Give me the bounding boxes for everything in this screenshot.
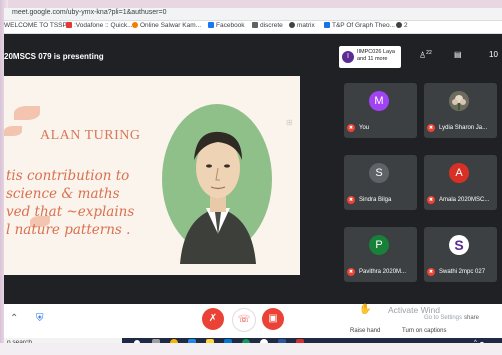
- participant-name: Sindra Bilga: [359, 197, 392, 203]
- quote-line: science & maths: [6, 186, 120, 202]
- bookmark-item[interactable]: matrix: [289, 22, 315, 29]
- presenter-chip-label: IIMPC026 Laya and 11 more: [357, 49, 395, 62]
- bookmark-item[interactable]: :Vodafone :: Quick...: [66, 22, 133, 29]
- mic-off-icon: ✖: [427, 196, 435, 204]
- bookmark-item[interactable]: WELCOME TO TSSP...: [4, 22, 71, 29]
- raise-hand-icon[interactable]: ✋: [359, 304, 371, 315]
- facebook-icon: [208, 22, 214, 28]
- leaf-decoration: [4, 126, 22, 136]
- avatar: M: [369, 91, 389, 111]
- store-icon: [132, 22, 138, 28]
- camera-off-icon: ▣: [268, 313, 278, 324]
- phone-hangup-icon: ☏: [237, 314, 251, 325]
- mic-off-icon: ✖: [347, 268, 355, 276]
- avatar: [449, 91, 469, 111]
- bookmark-item[interactable]: Facebook: [208, 22, 245, 29]
- participant-name: Pavithra 2020M...: [359, 269, 407, 275]
- mic-off-icon: ✖: [427, 124, 435, 132]
- presenter-avatar: I: [342, 51, 354, 63]
- participant-name: Amala 2020MSC...: [439, 197, 490, 203]
- people-icon[interactable]: ♙22: [419, 50, 432, 60]
- quote-line: l nature patterns .: [6, 222, 131, 238]
- participant-tile[interactable]: A ✖ Amala 2020MSC...: [424, 155, 497, 210]
- chat-icon[interactable]: ▤: [454, 50, 462, 59]
- participant-tile[interactable]: ✖ Lydia Sharon Ja...: [424, 83, 497, 138]
- chevron-up-icon[interactable]: ⌃: [10, 313, 18, 324]
- bookmark-icon: [252, 22, 258, 28]
- grid-icon[interactable]: ⊞: [286, 118, 293, 127]
- participant-name: Swathi 2mpc 027: [439, 269, 486, 275]
- url-text[interactable]: meet.google.com/uby-ymx-kna?pli=1&authus…: [12, 9, 166, 16]
- photo-bottom-edge: [0, 343, 502, 355]
- participant-tile[interactable]: M ✖ You: [344, 83, 417, 138]
- raise-hand-label[interactable]: Raise hand: [350, 328, 380, 334]
- avatar: P: [369, 235, 389, 255]
- vodafone-icon: [66, 22, 72, 28]
- bookmark-item[interactable]: 2: [396, 22, 408, 29]
- presenter-chip[interactable]: I IIMPC026 Laya and 11 more: [339, 46, 401, 68]
- meet-controls: ⌃ ⛨ ✗ ☏ ▣ ✋ Raise hand Turn on captions …: [4, 304, 502, 338]
- participant-name: You: [359, 125, 370, 131]
- slide-quote: tis contribution to science & maths ved …: [6, 167, 176, 239]
- bookmark-item[interactable]: discrete: [252, 22, 283, 29]
- quote-line: ved that ~explains: [6, 204, 135, 220]
- camera-off-button[interactable]: ▣: [262, 308, 284, 330]
- activate-windows-watermark: Activate Wind: [388, 305, 440, 315]
- avatar: S: [369, 163, 389, 183]
- activities-count[interactable]: 10: [489, 50, 498, 59]
- shield-icon[interactable]: ⛨: [36, 313, 44, 324]
- flower-avatar-icon: [449, 91, 469, 111]
- presentation-slide: ALAN TURING tis contribution to science …: [4, 76, 300, 275]
- globe-icon: [289, 22, 295, 28]
- bookmarks-bar: WELCOME TO TSSP... :Vodafone :: Quick...…: [4, 21, 502, 34]
- participant-tile[interactable]: P ✖ Pavithra 2020M...: [344, 227, 417, 282]
- mic-off-icon: ✗: [208, 313, 218, 324]
- bookmark-item[interactable]: T&P Of Graph Theo...: [324, 22, 395, 29]
- mic-off-icon: ✖: [427, 268, 435, 276]
- slide-title: ALAN TURING: [40, 128, 141, 143]
- captions-label[interactable]: Turn on captions: [402, 328, 446, 334]
- avatar: A: [449, 163, 469, 183]
- participant-tile[interactable]: S ✖ Swathi 2mpc 027: [424, 227, 497, 282]
- presenting-label: 20MSCS 079 is presenting: [4, 52, 104, 61]
- google-icon: [324, 22, 330, 28]
- participant-name: Lydia Sharon Ja...: [439, 125, 488, 131]
- avatar: S: [449, 235, 469, 255]
- activate-windows-subtext: Go to Settings: [424, 315, 463, 321]
- monitor-screen: meet.google.com/uby-ymx-kna?pli=1&authus…: [4, 8, 502, 346]
- mic-off-button[interactable]: ✗: [202, 308, 224, 330]
- turing-portrait: [180, 131, 256, 264]
- leaf-decoration: [14, 106, 40, 120]
- leave-call-button[interactable]: ☏: [232, 308, 256, 332]
- people-count: 22: [426, 50, 432, 56]
- address-bar[interactable]: meet.google.com/uby-ymx-kna?pli=1&authus…: [4, 8, 502, 21]
- participant-tile[interactable]: S ✖ Sindra Bilga: [344, 155, 417, 210]
- participant-grid: M ✖ You ✖ Lydia Sharon Ja... S ✖ Sindra …: [344, 83, 502, 293]
- quote-line: tis contribution to: [6, 168, 130, 184]
- bookmark-item[interactable]: Online Salwar Kam...: [132, 22, 201, 29]
- mic-off-icon: ✖: [347, 196, 355, 204]
- globe-icon: [396, 22, 402, 28]
- meet-top-right: I IIMPC026 Laya and 11 more ♙22 ▤ 10: [339, 44, 502, 74]
- photo-frame: meet.google.com/uby-ymx-kna?pli=1&authus…: [0, 0, 502, 355]
- mic-off-icon: ✖: [347, 124, 355, 132]
- share-label[interactable]: share: [464, 315, 479, 321]
